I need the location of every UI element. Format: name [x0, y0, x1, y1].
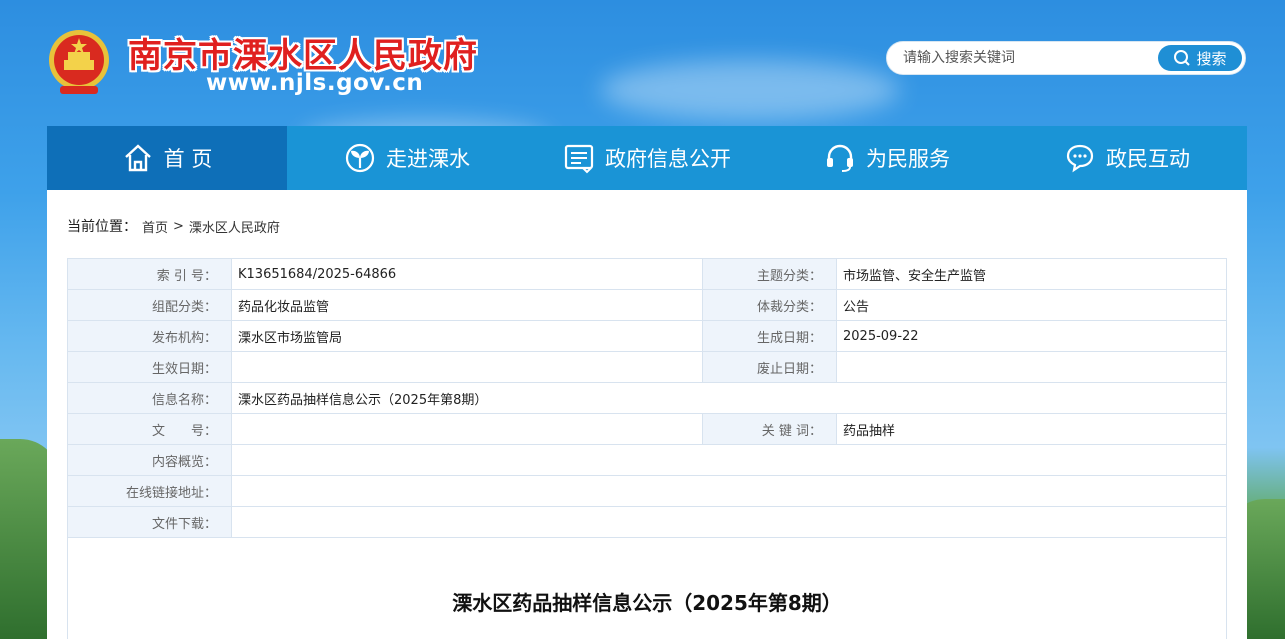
nav-item-label: 走进溧水: [386, 147, 470, 171]
info-meta-table: 索 引 号： K13651684/2025-64866 主题分类： 市场监管、安…: [67, 258, 1227, 538]
nav-item-home[interactable]: 首 页: [47, 126, 287, 190]
search-button-label: 搜索: [1196, 49, 1227, 68]
index-no-value: K13651684/2025-64866: [231, 258, 703, 290]
national-emblem-icon: [49, 30, 109, 94]
document-title: 溧水区药品抽样信息公示（2025年第8期）: [452, 591, 842, 615]
expire-date-value: [836, 351, 1227, 383]
table-row: 组配分类： 药品化妆品监管 体裁分类： 公告: [67, 289, 1227, 321]
nav-item-gov-info[interactable]: 政府信息公开: [527, 126, 767, 190]
genre-label: 体裁分类：: [702, 289, 837, 321]
effective-date-value: [231, 351, 703, 383]
home-icon: [124, 144, 151, 172]
main-nav: 首 页 走进溧水 政府信息公开 为民服务 政民互动: [47, 126, 1247, 190]
summary-label: 内容概览：: [67, 444, 232, 476]
table-row: 文件下载：: [67, 506, 1227, 538]
table-row: 信息名称： 溧水区药品抽样信息公示（2025年第8期）: [67, 382, 1227, 414]
site-header: 南京市溧水区人民政府 www.njls.gov.cn 搜索: [0, 0, 1285, 126]
table-row: 生效日期： 废止日期：: [67, 351, 1227, 383]
nav-item-label: 政府信息公开: [605, 147, 731, 171]
topic-label: 主题分类：: [702, 258, 837, 290]
file-download-label: 文件下载：: [67, 506, 232, 538]
chat-icon: [1066, 144, 1094, 173]
created-date-value: 2025-09-22: [836, 320, 1227, 352]
topic-value: 市场监管、安全生产监管: [836, 258, 1227, 290]
sprout-icon: [345, 143, 375, 173]
nav-item-services[interactable]: 为民服务: [767, 126, 1007, 190]
breadcrumb-current-link[interactable]: 溧水区人民政府: [189, 217, 280, 236]
effective-date-label: 生效日期：: [67, 351, 232, 383]
document-icon: [564, 144, 594, 174]
breadcrumb-separator: >: [173, 218, 184, 234]
created-date-label: 生成日期：: [702, 320, 837, 352]
breadcrumb: 当前位置： 首页 > 溧水区人民政府: [67, 216, 280, 236]
nav-item-interaction[interactable]: 政民互动: [1007, 126, 1247, 190]
headset-icon: [827, 144, 853, 172]
search-box: 搜索: [886, 41, 1246, 75]
index-no-label: 索 引 号：: [67, 258, 232, 290]
org-category-value: 药品化妆品监管: [231, 289, 703, 321]
genre-value: 公告: [836, 289, 1227, 321]
summary-value: [231, 444, 1227, 476]
expire-date-label: 废止日期：: [702, 351, 837, 383]
nav-item-label: 首 页: [163, 147, 213, 171]
nav-item-label: 政民互动: [1106, 147, 1190, 171]
nav-item-label: 为民服务: [866, 147, 950, 171]
table-row: 发布机构： 溧水区市场监管局 生成日期： 2025-09-22: [67, 320, 1227, 352]
publisher-label: 发布机构：: [67, 320, 232, 352]
table-row: 在线链接地址：: [67, 475, 1227, 507]
publisher-value: 溧水区市场监管局: [231, 320, 703, 352]
search-button[interactable]: 搜索: [1158, 45, 1242, 71]
nav-item-about[interactable]: 走进溧水: [287, 126, 527, 190]
file-download-value[interactable]: [231, 506, 1227, 538]
info-name-label: 信息名称：: [67, 382, 232, 414]
org-category-label: 组配分类：: [67, 289, 232, 321]
keywords-label: 关 键 词：: [702, 413, 837, 445]
breadcrumb-home-link[interactable]: 首页: [142, 217, 168, 236]
table-row: 索 引 号： K13651684/2025-64866 主题分类： 市场监管、安…: [67, 258, 1227, 290]
document-body: 溧水区药品抽样信息公示（2025年第8期）: [67, 537, 1227, 639]
doc-no-label: 文 号：: [67, 413, 232, 445]
keywords-value: 药品抽样: [836, 413, 1227, 445]
site-url: www.njls.gov.cn: [206, 70, 424, 96]
online-link-label: 在线链接地址：: [67, 475, 232, 507]
online-link-value[interactable]: [231, 475, 1227, 507]
table-row: 文 号： 关 键 词： 药品抽样: [67, 413, 1227, 445]
info-name-value: 溧水区药品抽样信息公示（2025年第8期）: [231, 382, 1227, 414]
search-input[interactable]: [903, 42, 1163, 74]
breadcrumb-lead: 当前位置：: [67, 219, 137, 235]
doc-no-value: [231, 413, 703, 445]
search-icon: [1174, 50, 1191, 66]
table-row: 内容概览：: [67, 444, 1227, 476]
main-content: 当前位置： 首页 > 溧水区人民政府 索 引 号： K13651684/2025…: [47, 190, 1247, 639]
